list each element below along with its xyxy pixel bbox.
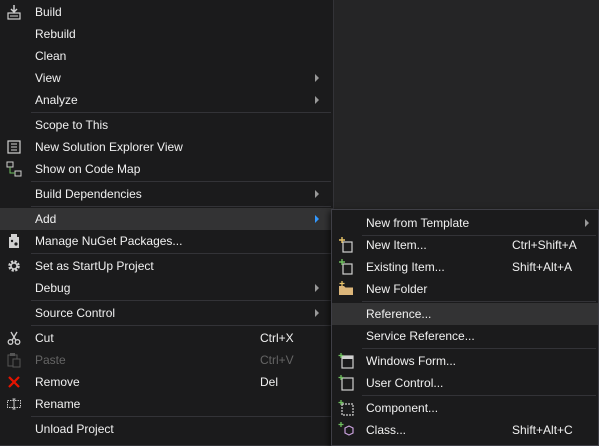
menu-item-label: Component... (366, 401, 439, 415)
gear-icon (6, 258, 22, 274)
menu-separator (31, 181, 331, 182)
menu-item-label: New Folder (366, 282, 428, 296)
code-map-icon (6, 161, 22, 177)
menu-item-label: Build (35, 5, 62, 19)
class-icon (338, 422, 354, 438)
submenu-item-new-folder[interactable]: New Folder (332, 278, 598, 300)
submenu-arrow-icon (315, 309, 319, 317)
user-control-icon (338, 375, 354, 391)
menu-separator (31, 300, 331, 301)
submenu-arrow-icon (315, 284, 319, 292)
submenu-arrow-icon (315, 215, 319, 223)
menu-item-shortcut: Ctrl+Shift+A (512, 238, 577, 252)
submenu-item-new-item[interactable]: New Item... Ctrl+Shift+A (332, 234, 598, 256)
menu-item-shortcut: Shift+Alt+A (512, 260, 573, 274)
menu-separator (31, 206, 331, 207)
menu-item-label: Unload Project (35, 422, 114, 436)
menu-item-shortcut: Ctrl+V (260, 353, 294, 367)
menu-item-label: New Item... (366, 238, 427, 252)
menu-item-debug[interactable]: Debug (0, 277, 333, 299)
menu-separator (362, 348, 596, 349)
remove-icon (6, 374, 22, 390)
menu-item-manage-nuget-packages[interactable]: Manage NuGet Packages... (0, 230, 333, 252)
menu-separator (31, 253, 331, 254)
new-item-icon (338, 237, 354, 253)
menu-item-label: New Solution Explorer View (35, 140, 183, 154)
menu-item-add[interactable]: Add (0, 208, 333, 230)
menu-item-rename[interactable]: Rename (0, 393, 333, 415)
menu-item-label: New from Template (366, 216, 470, 230)
submenu-item-reference[interactable]: Reference... (332, 303, 598, 325)
menu-item-shortcut: Ctrl+X (260, 331, 294, 345)
menu-item-rebuild[interactable]: Rebuild (0, 23, 333, 45)
menu-item-build[interactable]: Build (0, 1, 333, 23)
menu-item-analyze[interactable]: Analyze (0, 89, 333, 111)
submenu-item-class[interactable]: Class... Shift+Alt+C (332, 419, 598, 441)
menu-item-scope-to-this[interactable]: Scope to This (0, 114, 333, 136)
menu-item-label: Manage NuGet Packages... (35, 234, 183, 248)
menu-item-build-dependencies[interactable]: Build Dependencies (0, 183, 333, 205)
menu-item-label: Rebuild (35, 27, 76, 41)
menu-item-label: Class... (366, 423, 407, 437)
menu-item-label: Service Reference... (366, 329, 475, 343)
menu-item-set-as-startup-project[interactable]: Set as StartUp Project (0, 255, 333, 277)
menu-item-label: Build Dependencies (35, 187, 142, 201)
submenu-item-component[interactable]: Component... (332, 397, 598, 419)
submenu-item-user-control[interactable]: User Control... (332, 372, 598, 394)
submenu-item-service-reference[interactable]: Service Reference... (332, 325, 598, 347)
menu-item-label: Scope to This (35, 118, 109, 132)
submenu-arrow-icon (315, 96, 319, 104)
new-folder-icon (338, 281, 354, 297)
menu-item-label: Windows Form... (366, 354, 457, 368)
menu-item-new-solution-explorer-view[interactable]: New Solution Explorer View (0, 136, 333, 158)
menu-item-label: Add (35, 212, 57, 226)
menu-separator (362, 301, 596, 302)
existing-item-icon (338, 259, 354, 275)
menu-item-label: Debug (35, 281, 71, 295)
submenu-item-existing-item[interactable]: Existing Item... Shift+Alt+A (332, 256, 598, 278)
project-context-menu: Build Rebuild Clean View Analyze Scope t… (0, 0, 334, 446)
menu-item-label: Set as StartUp Project (35, 259, 154, 273)
build-icon (6, 4, 22, 20)
menu-item-view[interactable]: View (0, 67, 333, 89)
scissors-icon (6, 330, 22, 346)
menu-item-paste[interactable]: Paste Ctrl+V (0, 349, 333, 371)
submenu-arrow-icon (585, 219, 589, 227)
new-solution-explorer-view-icon (6, 139, 22, 155)
menu-separator (31, 112, 331, 113)
menu-separator (31, 416, 331, 417)
menu-item-label: Cut (35, 331, 54, 345)
menu-item-label: Reference... (366, 307, 432, 321)
add-submenu: New from Template New Item... Ctrl+Shift… (331, 209, 599, 446)
menu-item-label: Clean (35, 49, 67, 63)
menu-item-label: Rename (35, 397, 81, 411)
nuget-icon (6, 233, 22, 249)
menu-item-label: Remove (35, 375, 80, 389)
menu-item-label: View (35, 71, 61, 85)
windows-form-icon (338, 353, 354, 369)
menu-item-label: Analyze (35, 93, 78, 107)
menu-item-remove[interactable]: Remove Del (0, 371, 333, 393)
menu-item-label: Paste (35, 353, 66, 367)
menu-item-label: Source Control (35, 306, 116, 320)
menu-item-cut[interactable]: Cut Ctrl+X (0, 327, 333, 349)
submenu-item-windows-form[interactable]: Windows Form... (332, 350, 598, 372)
menu-item-label: Show on Code Map (35, 162, 141, 176)
menu-item-label: Existing Item... (366, 260, 445, 274)
menu-item-show-on-code-map[interactable]: Show on Code Map (0, 158, 333, 180)
menu-separator (362, 395, 596, 396)
component-icon (338, 400, 354, 416)
menu-item-clean[interactable]: Clean (0, 45, 333, 67)
menu-separator (31, 325, 331, 326)
submenu-arrow-icon (315, 74, 319, 82)
menu-item-shortcut: Del (260, 375, 279, 389)
rename-icon (6, 396, 22, 412)
submenu-item-new-from-template[interactable]: New from Template (332, 212, 598, 234)
menu-item-label: User Control... (366, 376, 444, 390)
menu-item-unload-project[interactable]: Unload Project (0, 418, 333, 440)
menu-item-source-control[interactable]: Source Control (0, 302, 333, 324)
paste-icon (6, 352, 22, 368)
menu-item-shortcut: Shift+Alt+C (512, 423, 573, 437)
submenu-arrow-icon (315, 190, 319, 198)
